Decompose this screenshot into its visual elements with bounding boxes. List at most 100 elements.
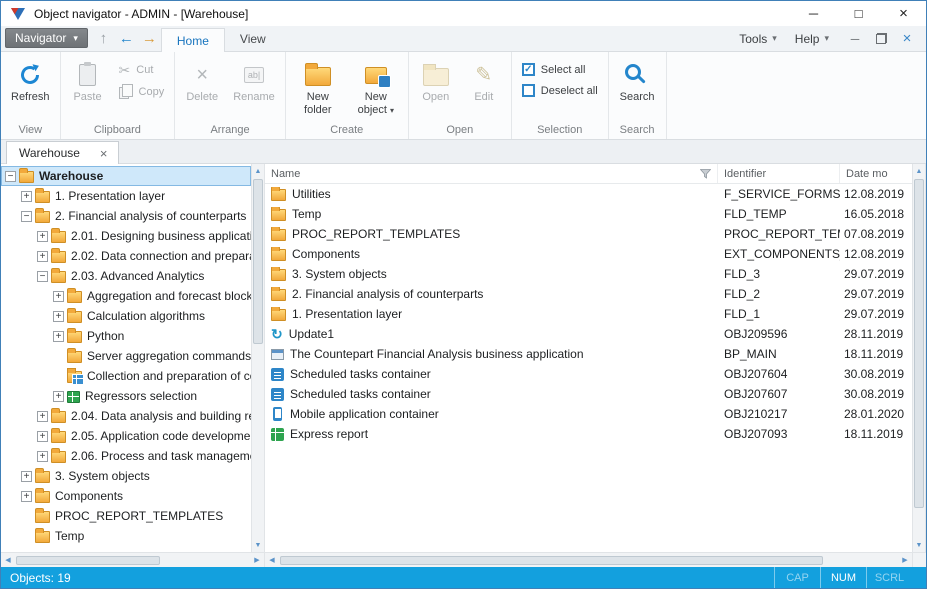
open-label: Open	[422, 91, 449, 104]
tree-item[interactable]: Temp	[1, 526, 251, 546]
scroll-right-icon[interactable]: ▶	[250, 553, 264, 567]
expand-icon[interactable]: +	[21, 471, 32, 482]
column-header-name[interactable]: Name	[265, 164, 718, 183]
scroll-right-icon[interactable]: ▶	[898, 553, 912, 567]
forward-button[interactable]: →	[138, 28, 161, 48]
cut-button[interactable]: ✂ Cut	[112, 61, 172, 79]
tree-item[interactable]: Server aggregation commands	[1, 346, 251, 366]
object-name-cell: 3. System objects	[265, 267, 718, 281]
select-all-button[interactable]: ✓ Select all	[515, 61, 605, 78]
close-tab-icon[interactable]: ×	[100, 146, 108, 161]
collapse-icon[interactable]: −	[21, 211, 32, 222]
close-button[interactable]: ×	[881, 1, 926, 26]
new-object-button[interactable]: New object ▾	[347, 55, 405, 119]
tools-menu[interactable]: Tools ▾	[730, 26, 786, 51]
tree-item[interactable]: Collection and preparation of consol	[1, 366, 251, 386]
column-header-identifier[interactable]: Identifier	[718, 164, 840, 183]
edit-button[interactable]: ✎ Edit	[460, 55, 508, 106]
expand-icon[interactable]: +	[37, 251, 48, 262]
expand-icon[interactable]: +	[37, 451, 48, 462]
search-button[interactable]: Search	[613, 55, 662, 106]
tree-horizontal-scrollbar[interactable]: ◀ ▶	[1, 553, 265, 567]
minimize-button[interactable]: ─	[791, 1, 836, 26]
column-header-date[interactable]: Date mo	[840, 164, 912, 183]
scroll-up-icon[interactable]: ▲	[912, 164, 926, 178]
close-document-icon[interactable]: ×	[894, 26, 920, 51]
minimize-document-icon[interactable]: ─	[842, 26, 868, 51]
filter-icon[interactable]	[700, 169, 711, 179]
new-folder-button[interactable]: New folder	[289, 55, 347, 119]
tree-item[interactable]: +2.04. Data analysis and building report	[1, 406, 251, 426]
expand-icon[interactable]: +	[21, 491, 32, 502]
list-row[interactable]: 3. System objectsFLD_329.07.2019	[265, 264, 912, 284]
deselect-all-button[interactable]: ✓ Deselect all	[515, 82, 605, 99]
open-button[interactable]: Open	[412, 55, 460, 106]
tree-item[interactable]: +Python	[1, 326, 251, 346]
back-button[interactable]: ←	[115, 28, 138, 48]
tree-item[interactable]: +Regressors selection	[1, 386, 251, 406]
delete-button[interactable]: × Delete	[178, 55, 226, 106]
tree-item[interactable]: +Components	[1, 486, 251, 506]
collapse-icon[interactable]: −	[5, 171, 16, 182]
tree-item[interactable]: PROC_REPORT_TEMPLATES	[1, 506, 251, 526]
tab-warehouse[interactable]: Warehouse ×	[6, 141, 119, 164]
list-vertical-scrollbar[interactable]: ▲ ▼	[912, 164, 926, 552]
tree-item[interactable]: +3. System objects	[1, 466, 251, 486]
scrollbar-thumb[interactable]	[914, 179, 924, 508]
expand-icon[interactable]: +	[53, 291, 64, 302]
tree-item-label: PROC_REPORT_TEMPLATES	[55, 509, 223, 523]
help-menu[interactable]: Help ▾	[786, 26, 838, 51]
expand-icon[interactable]: +	[53, 311, 64, 322]
expand-icon[interactable]: +	[37, 231, 48, 242]
tree-item[interactable]: +2.01. Designing business application	[1, 226, 251, 246]
scroll-left-icon[interactable]: ◀	[265, 553, 279, 567]
list-horizontal-scrollbar[interactable]: ◀ ▶	[265, 553, 912, 567]
list-row[interactable]: ↻Update1OBJ20959628.11.2019	[265, 324, 912, 344]
maximize-button[interactable]: □	[836, 1, 881, 26]
list-row[interactable]: PROC_REPORT_TEMPLATESPROC_REPORT_TEMP...…	[265, 224, 912, 244]
tree-item[interactable]: +2.02. Data connection and preparation	[1, 246, 251, 266]
restore-document-icon[interactable]	[868, 26, 894, 51]
tree-item[interactable]: +Aggregation and forecast blocks	[1, 286, 251, 306]
list-row[interactable]: 2. Financial analysis of counterpartsFLD…	[265, 284, 912, 304]
list-row[interactable]: ComponentsEXT_COMPONENTS_F...12.08.2019	[265, 244, 912, 264]
list-row[interactable]: TempFLD_TEMP16.05.2018	[265, 204, 912, 224]
tree-item[interactable]: −2.03. Advanced Analytics	[1, 266, 251, 286]
list-row[interactable]: Express reportOBJ20709318.11.2019	[265, 424, 912, 444]
scrollbar-thumb[interactable]	[280, 556, 823, 565]
tree-item[interactable]: +2.05. Application code development fo	[1, 426, 251, 446]
scroll-up-icon[interactable]: ▲	[251, 164, 265, 178]
tree-item[interactable]: +Calculation algorithms	[1, 306, 251, 326]
list-row[interactable]: Mobile application containerOBJ21021728.…	[265, 404, 912, 424]
refresh-button[interactable]: Refresh	[4, 55, 57, 106]
tab-view[interactable]: View	[225, 27, 281, 51]
collapse-icon[interactable]: −	[37, 271, 48, 282]
list-row[interactable]: Scheduled tasks containerOBJ20760730.08.…	[265, 384, 912, 404]
list-row[interactable]: Scheduled tasks containerOBJ20760430.08.…	[265, 364, 912, 384]
expand-icon[interactable]: +	[37, 431, 48, 442]
up-level-button[interactable]: ↑	[92, 28, 115, 48]
scrollbar-thumb[interactable]	[253, 179, 263, 344]
expand-icon[interactable]: +	[53, 391, 64, 402]
tree-item[interactable]: +1. Presentation layer	[1, 186, 251, 206]
object-name-cell: ↻Update1	[265, 327, 718, 341]
tree-item[interactable]: +2.06. Process and task management	[1, 446, 251, 466]
rename-button[interactable]: ab| Rename	[226, 55, 282, 106]
scroll-down-icon[interactable]: ▼	[251, 538, 265, 552]
scroll-left-icon[interactable]: ◀	[1, 553, 15, 567]
list-row[interactable]: The Countepart Financial Analysis busine…	[265, 344, 912, 364]
tree-item[interactable]: −Warehouse	[1, 166, 251, 186]
copy-button[interactable]: Copy	[112, 83, 172, 101]
tree-item[interactable]: −2. Financial analysis of counterparts	[1, 206, 251, 226]
expand-icon[interactable]: +	[37, 411, 48, 422]
list-row[interactable]: UtilitiesF_SERVICE_FORMS12.08.2019	[265, 184, 912, 204]
tab-home[interactable]: Home	[161, 28, 225, 52]
navigator-menu-button[interactable]: Navigator ▾	[5, 28, 88, 48]
paste-button[interactable]: Paste	[64, 55, 112, 106]
expand-icon[interactable]: +	[53, 331, 64, 342]
expand-icon[interactable]: +	[21, 191, 32, 202]
tree-vertical-scrollbar[interactable]: ▲ ▼	[251, 164, 265, 552]
scroll-down-icon[interactable]: ▼	[912, 538, 926, 552]
scrollbar-thumb[interactable]	[16, 556, 160, 565]
list-row[interactable]: 1. Presentation layerFLD_129.07.2019	[265, 304, 912, 324]
